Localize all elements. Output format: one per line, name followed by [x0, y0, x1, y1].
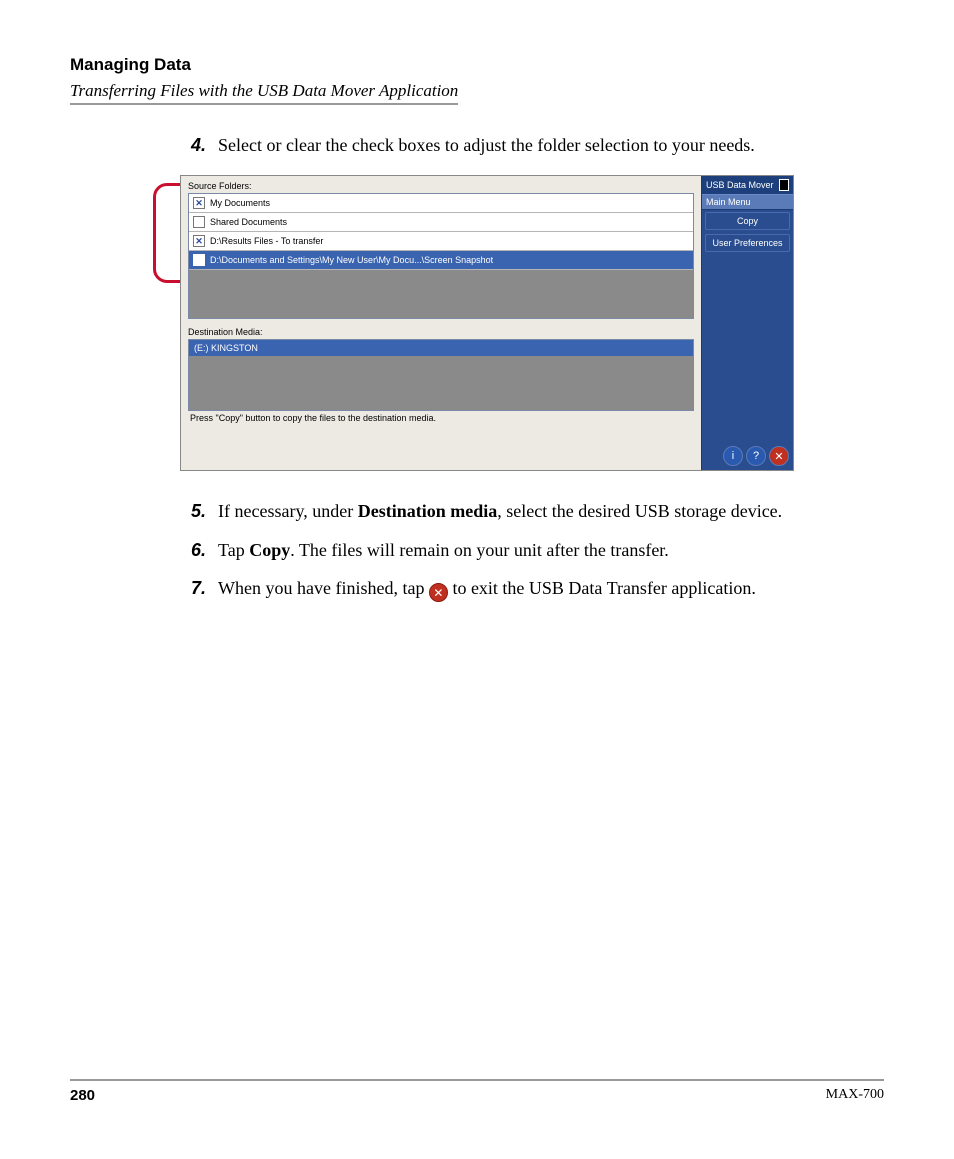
step-text: If necessary, under Destination media, s…: [218, 499, 884, 523]
list-item[interactable]: ✕ My Documents: [189, 194, 693, 213]
source-folders-list: ✕ My Documents Shared Documents ✕ D:\Res…: [188, 193, 694, 319]
page-number: 280: [70, 1087, 95, 1104]
destination-media-list: (E:) KINGSTON: [188, 339, 694, 411]
checkbox-icon[interactable]: [193, 216, 205, 228]
usb-data-mover-screenshot: Source Folders: ✕ My Documents Shared Do…: [180, 175, 794, 471]
chapter-title: Managing Data: [70, 55, 884, 75]
close-icon: ✕: [429, 583, 448, 602]
step-text: When you have finished, tap ✕ to exit th…: [218, 576, 884, 603]
list-item-label: D:\Results Files - To transfer: [210, 236, 323, 246]
step-number: 7.: [180, 576, 218, 603]
screenshot-figure: Source Folders: ✕ My Documents Shared Do…: [180, 175, 884, 471]
step-text: Select or clear the check boxes to adjus…: [218, 133, 884, 157]
list-item-selected[interactable]: (E:) KINGSTON: [189, 340, 693, 356]
info-icon[interactable]: i: [723, 446, 743, 466]
copy-button[interactable]: Copy: [705, 212, 790, 230]
hint-text: Press "Copy" button to copy the files to…: [188, 411, 694, 423]
model-label: MAX-700: [826, 1087, 884, 1104]
checkbox-icon[interactable]: ✕: [193, 197, 205, 209]
main-menu-header: Main Menu: [702, 194, 793, 210]
side-panel: USB Data Mover Main Menu Copy User Prefe…: [701, 176, 793, 470]
list-item-selected[interactable]: D:\Documents and Settings\My New User\My…: [189, 251, 693, 270]
step-5: 5. If necessary, under Destination media…: [180, 499, 884, 523]
page-footer: 280 MAX-700: [70, 1079, 884, 1104]
list-empty-area: [189, 270, 693, 318]
help-icon[interactable]: ?: [746, 446, 766, 466]
step-6: 6. Tap Copy. The files will remain on yo…: [180, 538, 884, 562]
list-item[interactable]: ✕ D:\Results Files - To transfer: [189, 232, 693, 251]
checkbox-icon[interactable]: [193, 254, 205, 266]
list-item-label: Shared Documents: [210, 217, 287, 227]
list-item[interactable]: Shared Documents: [189, 213, 693, 232]
step-text: Tap Copy. The files will remain on your …: [218, 538, 884, 562]
step-7: 7. When you have finished, tap ✕ to exit…: [180, 576, 884, 603]
source-folders-label: Source Folders:: [188, 181, 694, 191]
user-preferences-button[interactable]: User Preferences: [705, 234, 790, 252]
step-number: 4.: [180, 133, 218, 157]
step-4: 4. Select or clear the check boxes to ad…: [180, 133, 884, 157]
section-subtitle: Transferring Files with the USB Data Mov…: [70, 81, 458, 105]
app-title-label: USB Data Mover: [706, 180, 774, 190]
destination-media-label: Destination Media:: [188, 327, 694, 337]
list-item-label: D:\Documents and Settings\My New User\My…: [210, 255, 493, 265]
checkbox-icon[interactable]: ✕: [193, 235, 205, 247]
usb-icon: [779, 179, 789, 191]
app-title-bar: USB Data Mover: [702, 176, 793, 194]
close-icon[interactable]: ✕: [769, 446, 789, 466]
step-number: 6.: [180, 538, 218, 562]
step-number: 5.: [180, 499, 218, 523]
list-item-label: My Documents: [210, 198, 270, 208]
